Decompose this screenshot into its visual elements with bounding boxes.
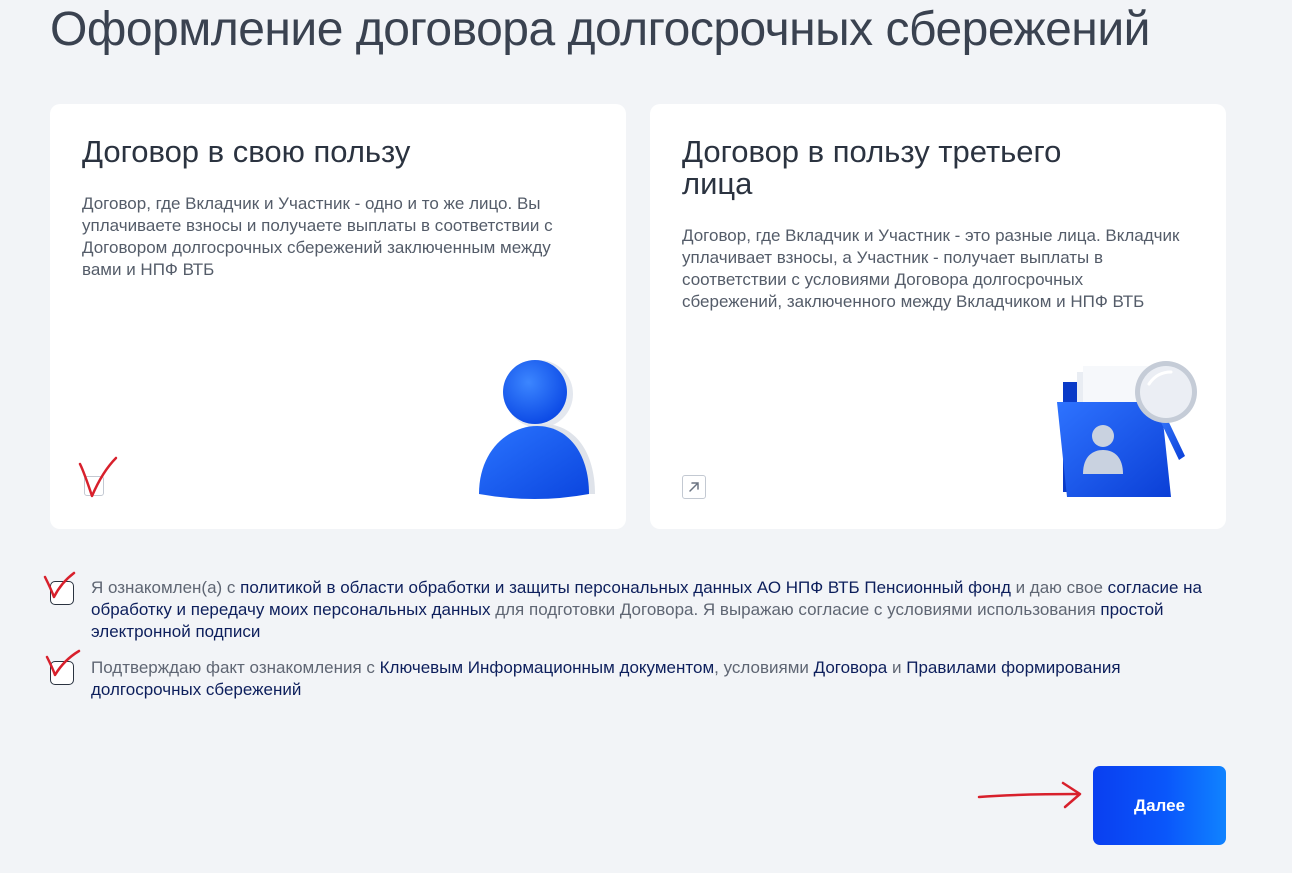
card-description: Договор, где Вкладчик и Участник - одно … xyxy=(82,194,553,279)
folder-search-icon xyxy=(1057,361,1197,497)
consent-text-part: для подготовки Договора. Я выражаю согла… xyxy=(490,600,1101,619)
consent-text-part: Я ознакомлен(а) с xyxy=(91,578,241,597)
card-title: Договор в свою пользу xyxy=(82,134,411,169)
consent-text-part: и xyxy=(887,658,907,677)
consent-text-part: , условиями xyxy=(714,658,814,677)
consent-text: Подтверждаю факт ознакомления с Ключевым… xyxy=(91,657,1221,701)
consent-text-part: и даю свое xyxy=(1010,578,1108,597)
card-description: Договор, где Вкладчик и Участник - это р… xyxy=(682,226,1180,311)
consent-checkbox[interactable] xyxy=(50,581,74,605)
contract-link[interactable]: Договора xyxy=(814,658,888,677)
card-title: Договор в пользу третьего лица xyxy=(682,134,1062,201)
personal-data-policy-link[interactable]: политикой в области обработки и защиты п… xyxy=(240,578,1011,597)
external-link-icon[interactable] xyxy=(682,475,706,499)
next-button[interactable]: Далее xyxy=(1093,766,1226,845)
key-info-document-link[interactable]: Ключевым Информационным документом xyxy=(380,658,715,677)
annotation-arrow-icon xyxy=(977,781,1082,809)
consent-text-part: Подтверждаю факт ознакомления с xyxy=(91,658,380,677)
consent-text: Я ознакомлен(а) с политикой в области об… xyxy=(91,577,1221,643)
contract-own-benefit-card[interactable]: Договор в свою пользу Договор, где Вклад… xyxy=(50,104,626,529)
page-title: Оформление договора долгосрочных сбереже… xyxy=(50,3,1150,56)
consent-checkbox[interactable] xyxy=(50,661,74,685)
person-icon xyxy=(479,360,595,499)
card-checkbox[interactable] xyxy=(84,476,104,496)
contract-third-party-card[interactable]: Договор в пользу третьего лица Договор, … xyxy=(650,104,1226,529)
